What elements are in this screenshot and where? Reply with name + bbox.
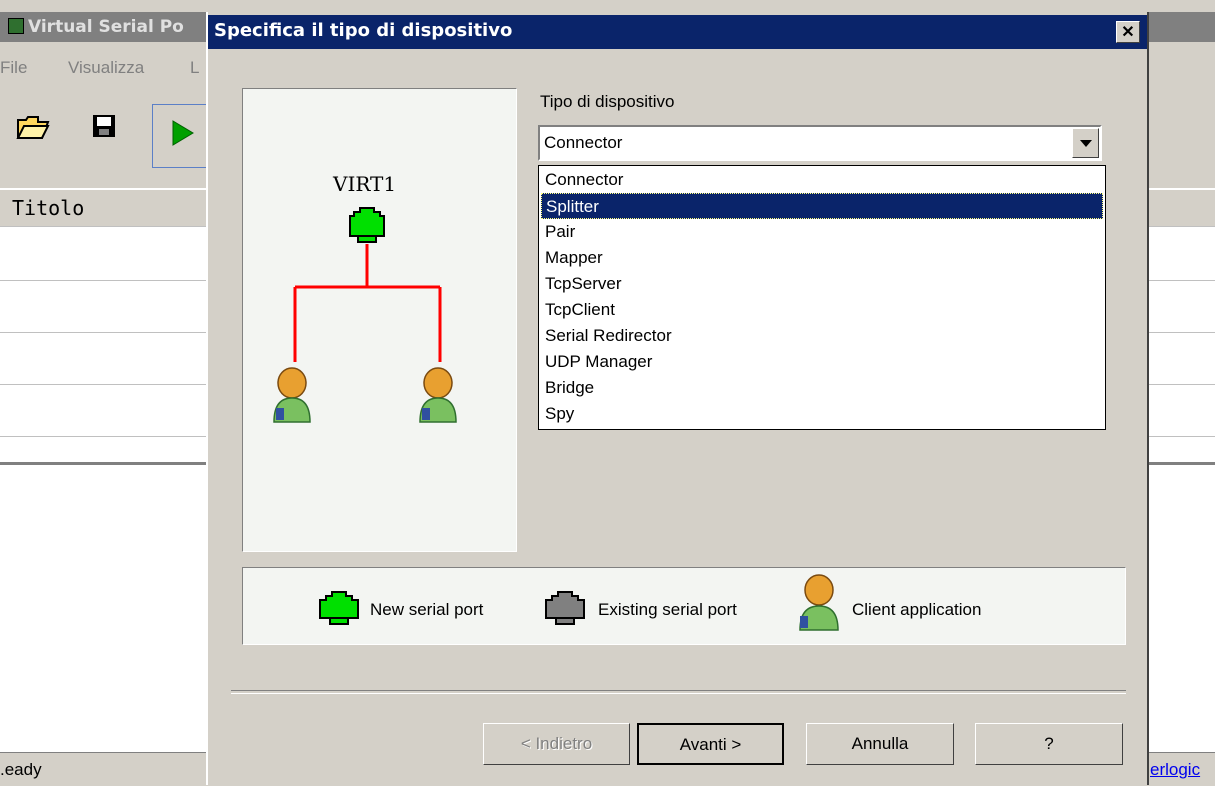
dialog-title: Specifica il tipo di dispositivo	[214, 20, 513, 41]
column-header-titolo[interactable]: Titolo	[12, 196, 84, 220]
close-icon: ✕	[1121, 24, 1135, 41]
play-icon	[172, 120, 194, 146]
new-serial-port-icon	[319, 591, 359, 625]
save-disk-icon[interactable]	[90, 112, 120, 142]
option-connector[interactable]: Connector	[541, 167, 1103, 193]
option-udp-manager[interactable]: UDP Manager	[541, 349, 1103, 375]
device-type-dropdown-list[interactable]: Connector Splitter Pair Mapper TcpServer…	[538, 165, 1106, 430]
splitter-diagram	[273, 207, 457, 423]
existing-serial-port-icon	[545, 591, 585, 625]
option-pair[interactable]: Pair	[541, 219, 1103, 245]
port-label: VIRT1	[333, 172, 397, 196]
new-serial-port-icon	[349, 207, 385, 243]
back-button[interactable]: < Indietro	[483, 723, 630, 765]
option-tcpclient[interactable]: TcpClient	[541, 297, 1103, 323]
client-application-icon	[419, 367, 457, 423]
option-bridge[interactable]: Bridge	[541, 375, 1103, 401]
client-application-icon	[799, 574, 839, 631]
website-link[interactable]: erlogic	[1150, 760, 1200, 780]
cancel-button[interactable]: Annulla	[806, 723, 954, 765]
device-type-combobox[interactable]	[538, 125, 1102, 161]
chevron-down-icon	[1080, 140, 1092, 147]
option-spy[interactable]: Spy	[541, 401, 1103, 427]
device-type-label: Tipo di dispositivo	[540, 92, 675, 111]
app-icon	[8, 18, 24, 34]
legend-new-serial-port: New serial port	[370, 600, 484, 619]
next-button[interactable]: Avanti >	[637, 723, 784, 765]
status-text: .eady	[0, 760, 42, 779]
menu-file[interactable]: File	[0, 58, 27, 78]
close-button[interactable]: ✕	[1116, 21, 1140, 43]
option-splitter[interactable]: Splitter	[541, 193, 1103, 219]
client-application-icon	[273, 367, 311, 423]
dialog-separator	[231, 690, 1126, 694]
option-serial-redirector[interactable]: Serial Redirector	[541, 323, 1103, 349]
menu-l[interactable]: L	[190, 58, 199, 78]
combobox-value: Connector	[544, 133, 623, 152]
legend-existing-serial-port: Existing serial port	[598, 600, 737, 619]
combobox-dropdown-button[interactable]	[1072, 128, 1099, 158]
option-mapper[interactable]: Mapper	[541, 245, 1103, 271]
background-window-title: Virtual Serial Po	[28, 17, 184, 37]
option-tcpserver[interactable]: TcpServer	[541, 271, 1103, 297]
menu-visualizza[interactable]: Visualizza	[68, 58, 144, 78]
legend-client-application: Client application	[852, 600, 982, 619]
open-folder-icon[interactable]	[14, 110, 54, 146]
help-button[interactable]: ?	[975, 723, 1123, 765]
